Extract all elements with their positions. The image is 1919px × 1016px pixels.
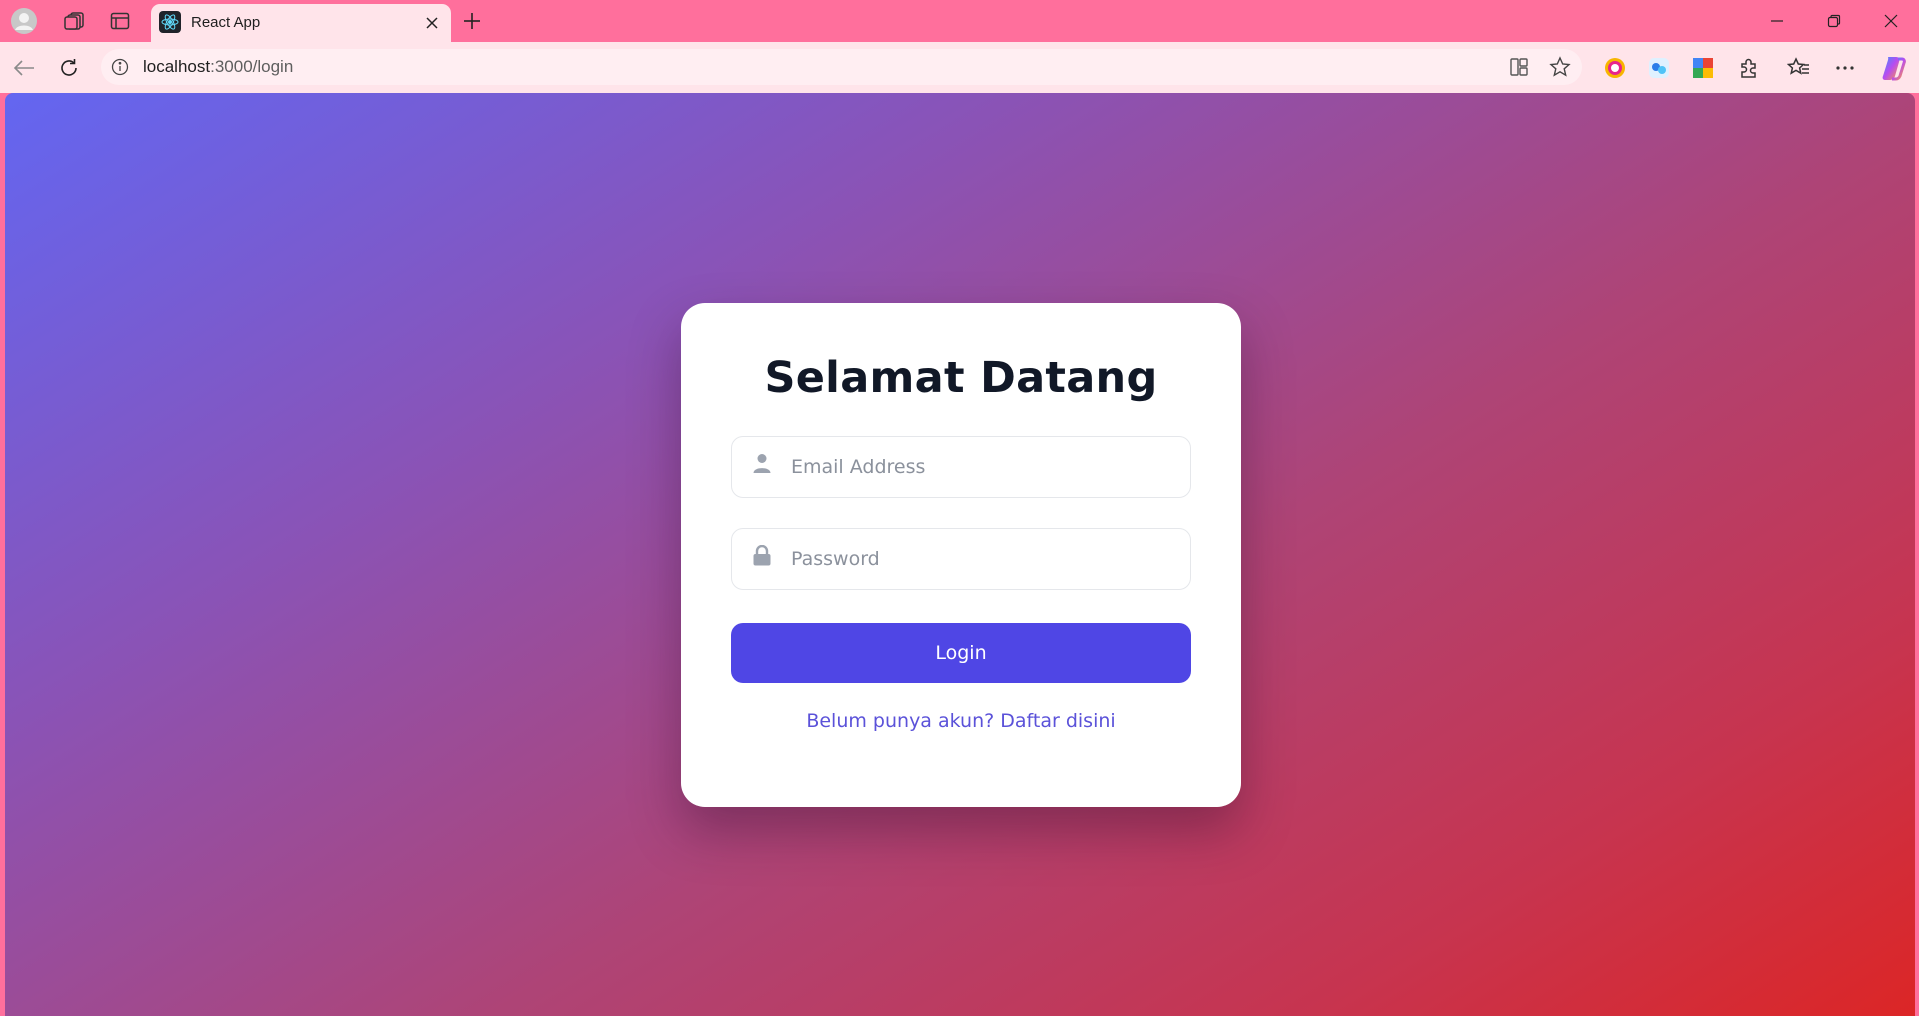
page-title: Selamat Datang [764,353,1158,403]
plus-icon[interactable] [456,5,488,37]
extension-2-icon[interactable] [1641,50,1677,86]
password-input[interactable] [791,529,1171,589]
browser-toolbar: localhost:3000/login [0,42,1919,93]
register-link[interactable]: Belum punya akun? Daftar disini [681,710,1241,732]
close-tab-icon[interactable] [421,12,443,34]
star-icon[interactable] [1546,54,1574,80]
copilot-icon[interactable] [1875,50,1911,86]
url-path: :3000/login [210,57,294,76]
url-host: localhost [143,57,211,76]
user-icon [752,451,772,475]
refresh-icon[interactable] [51,50,87,86]
login-button[interactable]: Login [731,623,1191,683]
email-input[interactable] [791,437,1171,497]
url-text[interactable]: localhost:3000/login [143,49,293,85]
login-card: Selamat Datang Login Belum punya akun? D… [681,303,1241,807]
email-field[interactable] [731,436,1191,498]
page-viewport: Selamat Datang Login Belum punya akun? D… [5,93,1915,1016]
react-logo-icon [159,11,181,33]
restore-icon[interactable] [1811,0,1857,42]
tab-strip: React App [0,0,1919,42]
more-icon[interactable] [1827,50,1863,86]
tab-title: React App [191,14,261,31]
extension-3-icon[interactable] [1685,50,1721,86]
split-screen-icon[interactable] [1505,54,1533,80]
active-tab[interactable]: React App [151,4,451,42]
minimize-icon[interactable] [1754,0,1800,42]
puzzle-icon[interactable] [1731,50,1767,86]
close-window-icon[interactable] [1868,0,1914,42]
workspaces-icon[interactable] [57,6,93,36]
password-field[interactable] [731,528,1191,590]
back-arrow-icon[interactable] [6,50,42,86]
tab-actions-icon[interactable] [102,6,138,36]
extension-1-icon[interactable] [1597,50,1633,86]
favorites-icon[interactable] [1781,50,1817,86]
lock-icon [752,543,772,567]
profile-icon[interactable] [6,6,42,36]
info-icon[interactable] [110,57,130,77]
address-bar[interactable]: localhost:3000/login [101,49,1582,85]
